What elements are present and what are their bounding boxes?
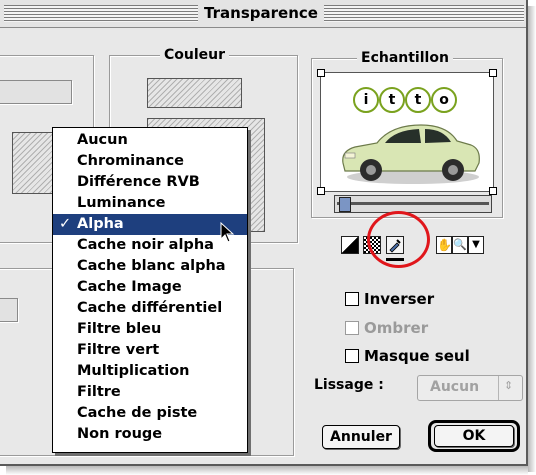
logo-letter: t <box>405 87 431 113</box>
color-group-label: Couleur <box>160 47 230 63</box>
checkmark-icon: ✓ <box>59 216 72 232</box>
cancel-button[interactable]: Annuler <box>322 425 400 449</box>
sample-group-label: Echantillon <box>357 50 453 66</box>
ok-button[interactable]: OK <box>434 425 514 447</box>
window-shadow <box>528 6 536 472</box>
lissage-label: Lissage : <box>314 377 384 393</box>
lissage-popup[interactable]: Aucun ⇕ <box>417 375 523 401</box>
slider-thumb[interactable] <box>339 197 351 212</box>
car-image <box>342 124 480 184</box>
masque-seul-label: Masque seul <box>364 347 470 365</box>
contrast-icon[interactable] <box>341 236 359 254</box>
menu-item[interactable]: Différence RVB <box>53 172 247 193</box>
checkbox-box[interactable] <box>345 292 359 306</box>
menu-item[interactable]: Cache Image <box>53 277 247 298</box>
menu-item[interactable]: Cache noir alpha <box>53 235 247 256</box>
color-swatch-top[interactable] <box>147 78 242 108</box>
up-down-arrows-icon: ⇕ <box>504 379 514 392</box>
menu-item[interactable]: Luminance <box>53 193 247 214</box>
logo-letter: o <box>431 87 457 113</box>
hand-icon[interactable]: ✋ <box>436 236 452 254</box>
menu-item[interactable]: Cache blanc alpha <box>53 256 247 277</box>
menu-item[interactable]: Filtre <box>53 382 247 403</box>
sample-preview[interactable]: i t t o <box>317 69 497 195</box>
frame-slider[interactable] <box>334 195 492 213</box>
popup-divider <box>498 376 499 400</box>
zoom-icon[interactable]: 🔍 <box>452 236 468 254</box>
title-bar[interactable]: Transparence <box>0 0 526 28</box>
resize-handle[interactable] <box>317 69 325 77</box>
arrow-down-menu-icon[interactable]: ▼ <box>468 236 484 254</box>
transparency-dialog: Transparence Couleur Echantillon i t t o <box>0 0 528 466</box>
logo-letter: i <box>353 87 379 113</box>
menu-item-selected[interactable]: ✓ Alpha <box>53 214 247 235</box>
resize-handle[interactable] <box>317 187 325 195</box>
menu-item[interactable]: Multiplication <box>53 361 247 382</box>
resize-handle[interactable] <box>489 187 497 195</box>
highlight-circle <box>367 211 430 268</box>
logo-letter: t <box>379 87 405 113</box>
resize-handle[interactable] <box>489 69 497 77</box>
menu-item[interactable]: Cache différentiel <box>53 298 247 319</box>
checkbox-box[interactable] <box>345 349 359 363</box>
window-shadow <box>6 466 528 475</box>
menu-item[interactable]: Filtre bleu <box>53 319 247 340</box>
slider-track <box>337 202 489 205</box>
key-type-menu[interactable]: Aucun Chrominance Différence RVB Luminan… <box>52 127 248 453</box>
menu-item[interactable]: Filtre vert <box>53 340 247 361</box>
menu-item[interactable]: Chrominance <box>53 151 247 172</box>
menu-item[interactable]: Aucun <box>53 130 247 151</box>
menu-item[interactable]: Cache de piste <box>53 403 247 424</box>
checkbox-box[interactable] <box>345 321 359 335</box>
lower-field <box>0 298 18 322</box>
window-title: Transparence <box>198 3 324 24</box>
inverser-label: Inverser <box>364 290 435 308</box>
lissage-value: Aucun <box>430 379 480 395</box>
ombrer-label: Ombrer <box>364 319 429 337</box>
key-field <box>0 80 72 104</box>
menu-item[interactable]: Non rouge <box>53 424 247 445</box>
mouse-pointer-icon <box>220 222 235 243</box>
